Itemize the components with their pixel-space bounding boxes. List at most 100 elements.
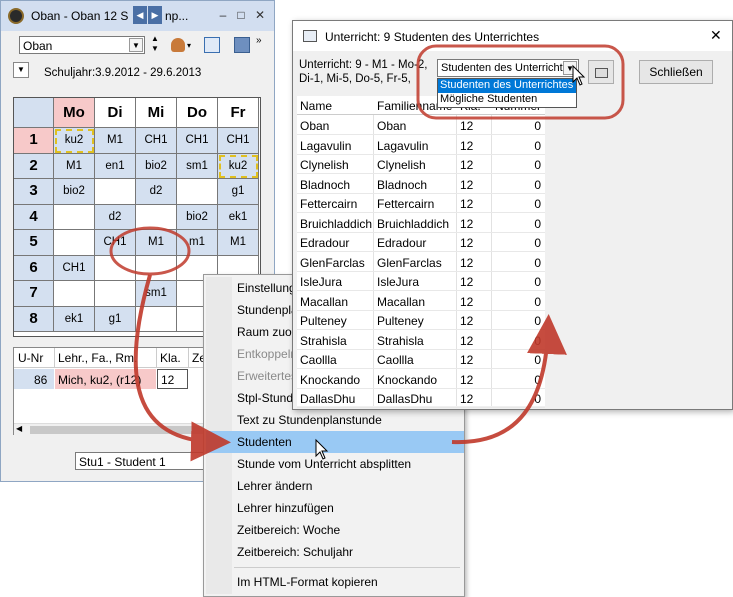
title-bar[interactable]: Oban - Oban 12 S ◀ ▶ np... – □ ✕ [1, 1, 274, 31]
table-row[interactable]: Pulteney Pulteney 12 0 [297, 311, 545, 330]
table-row[interactable]: IsleJura IsleJura 12 0 [297, 272, 545, 291]
col-name[interactable]: Name [300, 99, 332, 113]
period-header-7[interactable]: 7 [14, 281, 54, 307]
student-combo[interactable]: Stu1 - Student 1 [75, 452, 205, 470]
timetable-cell[interactable]: CH1 [218, 128, 259, 154]
table-row[interactable]: Edradour Edradour 12 0 [297, 233, 545, 252]
period-header-3[interactable]: 3 [14, 179, 54, 205]
lesson-class[interactable]: 12 [161, 373, 174, 387]
timetable-cell[interactable]: sm1 [177, 153, 218, 179]
dialog-title-bar[interactable]: Unterricht: 9 Studenten des Unterrichtes… [293, 21, 732, 51]
timetable-cell[interactable]: M1 [218, 230, 259, 256]
table-row[interactable]: GlenFarclas GlenFarclas 12 0 [297, 253, 545, 272]
timetable-cell[interactable]: sm1 [136, 281, 177, 307]
timetable-cell[interactable] [95, 281, 136, 307]
element-combo[interactable]: Oban ▼ [19, 36, 145, 54]
menu-item-lehrer-hinzuf-gen[interactable]: Lehrer hinzufügen [237, 501, 334, 515]
timetable-cell[interactable]: M1 [136, 230, 177, 256]
menu-item-stpl-stunde[interactable]: Stpl-Stunde [237, 391, 300, 405]
table-row[interactable]: DallasDhu DallasDhu 12 0 [297, 389, 545, 408]
col-unr[interactable]: U-Nr [18, 351, 43, 365]
prev-arrow-icon[interactable]: ◀ [133, 6, 147, 24]
menu-item-studenten[interactable]: Studenten [237, 435, 292, 449]
table-row[interactable]: Fettercairn Fettercairn 12 0 [297, 194, 545, 213]
timetable-cell[interactable] [95, 179, 136, 205]
timetable-cell[interactable]: g1 [95, 306, 136, 332]
timetable-cell[interactable] [95, 255, 136, 281]
scroll-left-icon[interactable]: ◀ [16, 424, 22, 433]
timetable-cell[interactable]: bio2 [136, 153, 177, 179]
expand-dropdown-icon[interactable]: ▼ [13, 62, 29, 78]
period-header-6[interactable]: 6 [14, 255, 54, 281]
option-lesson-students[interactable]: Studenten des Unterrichtes [438, 79, 576, 93]
period-header-1[interactable]: 1 [14, 128, 54, 154]
table-row[interactable]: Knockando Knockando 12 0 [297, 370, 545, 389]
close-icon[interactable]: ✕ [252, 7, 268, 23]
period-header-2[interactable]: 2 [14, 153, 54, 179]
student-filter-combo[interactable]: Studenten des Unterrichtes ▼ [437, 59, 579, 77]
table-row[interactable]: Strahisla Strahisla 12 0 [297, 331, 545, 350]
timetable-cell[interactable] [54, 230, 95, 256]
spin-arrows-icon[interactable]: ▲ ▼ [151, 34, 159, 54]
table-row[interactable]: Oban Oban 12 0 [297, 116, 545, 135]
close-icon[interactable]: ✕ [710, 27, 722, 44]
person-icon[interactable] [171, 38, 185, 52]
person-dropdown-icon[interactable]: ▾ [187, 41, 191, 50]
timetable-cell[interactable]: CH1 [136, 128, 177, 154]
menu-item-zeitbereich-schuljahr[interactable]: Zeitbereich: Schuljahr [237, 545, 353, 559]
menu-item-zeitbereich-woche[interactable]: Zeitbereich: Woche [237, 523, 340, 537]
timetable-cell[interactable]: CH1 [95, 230, 136, 256]
table-row[interactable]: Bladnoch Bladnoch 12 0 [297, 175, 545, 194]
settings-icon[interactable] [234, 37, 250, 53]
day-header-mo[interactable]: Mo [54, 98, 95, 128]
menu-item-im-html-format-kopieren[interactable]: Im HTML-Format kopieren [237, 575, 378, 589]
timetable-cell[interactable] [136, 204, 177, 230]
timetable-cell[interactable] [54, 204, 95, 230]
scroll-thumb[interactable] [30, 426, 210, 434]
timetable-cell[interactable]: bio2 [54, 179, 95, 205]
minimize-icon[interactable]: – [215, 7, 231, 23]
table-row[interactable]: Clynelish Clynelish 12 0 [297, 155, 545, 174]
next-arrow-icon[interactable]: ▶ [148, 6, 162, 24]
close-button[interactable]: Schließen [639, 60, 713, 84]
period-header-4[interactable]: 4 [14, 204, 54, 230]
timetable-cell[interactable]: ek1 [54, 306, 95, 332]
timetable-cell[interactable]: CH1 [177, 128, 218, 154]
menu-item-stunde-vom-unterricht-absplitten[interactable]: Stunde vom Unterricht absplitten [237, 457, 411, 471]
timetable-cell[interactable]: m1 [177, 230, 218, 256]
grid-view-icon[interactable] [204, 37, 220, 53]
chevron-down-icon[interactable]: ▼ [563, 61, 577, 75]
chevron-down-icon[interactable]: ▼ [129, 38, 143, 52]
more-chevron-icon[interactable]: » [256, 35, 262, 46]
table-row[interactable]: Bruichladdich Bruichladdich 12 0 [297, 214, 545, 233]
option-possible-students[interactable]: Mögliche Studenten [438, 93, 576, 107]
timetable-cell[interactable] [136, 255, 177, 281]
timetable-cell[interactable]: d2 [136, 179, 177, 205]
timetable-cell[interactable]: ku2 [218, 153, 259, 179]
timetable-cell[interactable]: bio2 [177, 204, 218, 230]
timetable-cell[interactable]: ek1 [218, 204, 259, 230]
timetable-cell[interactable]: ku2 [54, 128, 95, 154]
period-header-5[interactable]: 5 [14, 230, 54, 256]
print-button[interactable] [588, 60, 614, 84]
maximize-icon[interactable]: □ [233, 7, 249, 23]
day-header-di[interactable]: Di [95, 98, 136, 128]
timetable-cell[interactable] [136, 306, 177, 332]
table-row[interactable]: Macallan Macallan 12 0 [297, 292, 545, 311]
table-row[interactable]: Caollla Caollla 12 0 [297, 350, 545, 369]
timetable-cell[interactable]: en1 [95, 153, 136, 179]
menu-item-text-zu-stundenplanstunde[interactable]: Text zu Stundenplanstunde [237, 413, 382, 427]
day-header-do[interactable]: Do [177, 98, 218, 128]
table-row[interactable]: Lagavulin Lagavulin 12 0 [297, 136, 545, 155]
menu-item-lehrer-ndern[interactable]: Lehrer ändern [237, 479, 312, 493]
timetable-cell[interactable]: M1 [54, 153, 95, 179]
col-class[interactable]: Kla. [160, 351, 181, 365]
period-header-8[interactable]: 8 [14, 306, 54, 332]
timetable-cell[interactable]: g1 [218, 179, 259, 205]
timetable-cell[interactable]: d2 [95, 204, 136, 230]
day-header-mi[interactable]: Mi [136, 98, 177, 128]
col-teacher[interactable]: Lehr., Fa., Rm. [58, 351, 137, 365]
timetable-cell[interactable] [54, 281, 95, 307]
day-header-fr[interactable]: Fr [218, 98, 259, 128]
timetable-cell[interactable]: M1 [95, 128, 136, 154]
